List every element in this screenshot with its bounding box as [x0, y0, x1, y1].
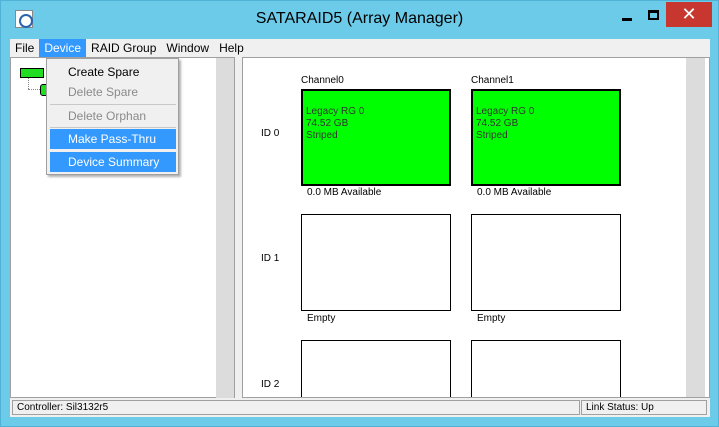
status-bar: Controller: Sil3132r5 Link Status: Up — [10, 398, 710, 417]
slot-size: 74.52 GB — [306, 118, 349, 129]
drive-slot[interactable] — [471, 340, 621, 397]
slot-type: Striped — [306, 130, 338, 141]
tree-connector — [28, 89, 40, 90]
drive-slot[interactable] — [301, 340, 451, 397]
array-grid: Channel0 Channel1 ID 0 Legacy RG 0 74.52… — [242, 57, 710, 398]
controller-status: Controller: Sil3132r5 — [12, 400, 580, 415]
app-window: SATARAID5 (Array Manager) ✕ File Device … — [0, 0, 719, 427]
channel-label: Channel1 — [471, 75, 514, 86]
menu-raid-group[interactable]: RAID Group — [86, 39, 161, 57]
menu-bar: File Device RAID Group Window Help — [10, 39, 710, 57]
menu-file[interactable]: File — [10, 39, 39, 57]
row-label: ID 1 — [261, 253, 280, 264]
grid-scrollbar[interactable] — [686, 58, 705, 397]
slot-size: 74.52 GB — [476, 118, 519, 129]
menu-separator — [50, 127, 176, 128]
minimize-button[interactable] — [613, 2, 640, 27]
close-icon: ✕ — [681, 3, 697, 25]
channel-label: Channel0 — [301, 75, 344, 86]
close-button[interactable]: ✕ — [666, 2, 712, 27]
slot-group: Legacy RG 0 — [306, 106, 365, 117]
slot-caption: Empty — [477, 313, 506, 324]
slot-type: Striped — [476, 130, 508, 141]
menu-create-spare[interactable]: Create Spare — [50, 62, 176, 82]
menu-device-summary[interactable]: Device Summary — [50, 152, 176, 172]
row-label: ID 2 — [261, 379, 280, 390]
menu-make-pass-thru[interactable]: Make Pass-Thru — [50, 129, 176, 149]
window-title: SATARAID5 (Array Manager) — [255, 10, 464, 27]
menu-help[interactable]: Help — [214, 39, 249, 57]
slot-caption: Empty — [307, 313, 336, 324]
slot-group: Legacy RG 0 — [476, 106, 535, 117]
maximize-button[interactable] — [640, 2, 666, 27]
tree-scrollbar[interactable] — [216, 58, 235, 399]
maximize-icon — [647, 9, 659, 20]
tree-connector — [28, 78, 29, 89]
menu-device[interactable]: Device — [39, 39, 87, 57]
minimize-icon — [621, 18, 632, 21]
drive-slot[interactable]: Legacy RG 0 74.52 GB Striped — [471, 89, 621, 186]
drive-slot[interactable] — [471, 214, 621, 311]
device-menu-dropdown: Create Spare Delete Spare Delete Orphan … — [46, 58, 179, 175]
drive-slot[interactable]: Legacy RG 0 74.52 GB Striped — [301, 89, 451, 186]
slot-caption: 0.0 MB Available — [477, 187, 552, 198]
pane-splitter[interactable] — [234, 57, 242, 398]
row-label: ID 0 — [261, 128, 280, 139]
slot-caption: 0.0 MB Available — [307, 187, 382, 198]
drive-slot[interactable] — [301, 214, 451, 311]
menu-window[interactable]: Window — [161, 39, 214, 57]
menu-delete-orphan[interactable]: Delete Orphan — [50, 106, 176, 126]
link-status: Link Status: Up — [581, 400, 707, 415]
title-bar[interactable]: SATARAID5 (Array Manager) ✕ — [1, 1, 718, 39]
controller-icon[interactable] — [20, 68, 44, 78]
menu-separator — [50, 104, 176, 105]
menu-delete-spare[interactable]: Delete Spare — [50, 82, 176, 102]
